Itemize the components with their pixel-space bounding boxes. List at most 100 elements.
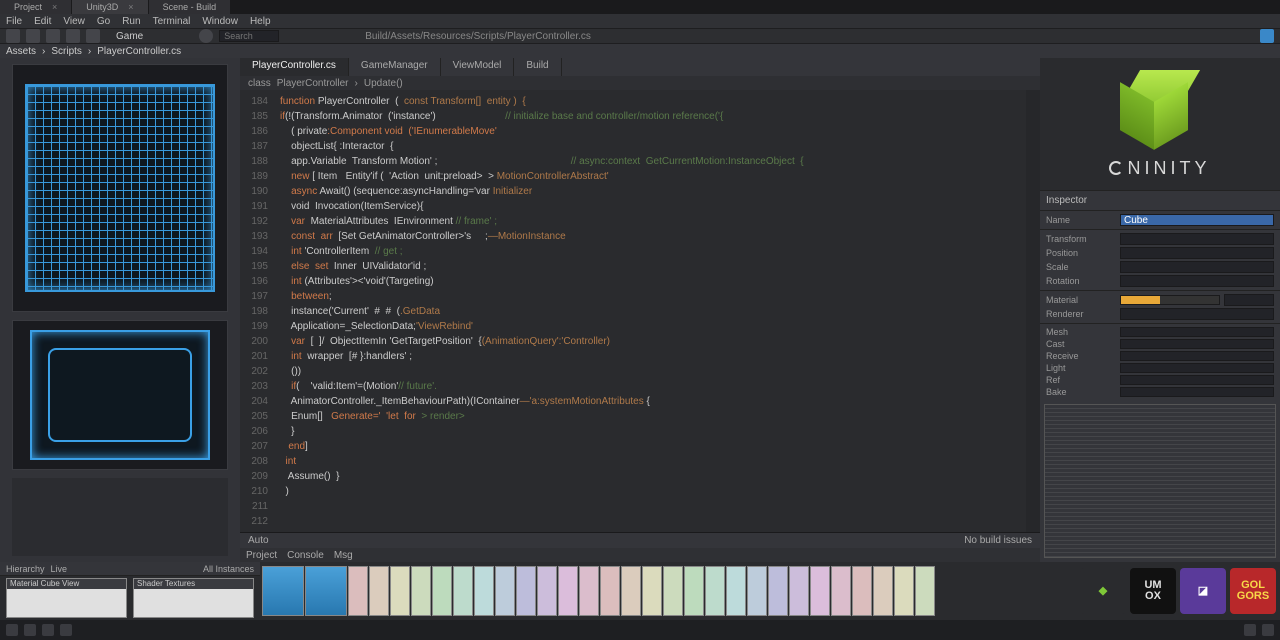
menu-view[interactable]: View <box>63 16 85 27</box>
sync-icon[interactable] <box>1260 29 1274 43</box>
asset-thumb[interactable] <box>369 566 389 616</box>
search-icon[interactable] <box>199 29 213 43</box>
material-slider[interactable] <box>1120 295 1220 305</box>
name-input[interactable]: Cube <box>1120 214 1274 226</box>
asset-thumb[interactable] <box>663 566 683 616</box>
menu-edit[interactable]: Edit <box>34 16 51 27</box>
insp-input[interactable] <box>1120 363 1274 373</box>
crumb-name[interactable]: PlayerController <box>277 78 349 89</box>
status-icon[interactable] <box>42 624 54 636</box>
menu-window[interactable]: Window <box>202 16 238 27</box>
asset-thumb[interactable] <box>453 566 473 616</box>
play-icon[interactable] <box>46 29 60 43</box>
asset-thumb[interactable] <box>789 566 809 616</box>
insp-input[interactable] <box>1120 375 1274 385</box>
hierarchy-live[interactable]: Live <box>51 564 68 574</box>
close-icon[interactable]: × <box>52 2 57 12</box>
insp-input[interactable] <box>1120 339 1274 349</box>
crumb[interactable]: Assets <box>6 46 36 57</box>
asset-thumb[interactable] <box>495 566 515 616</box>
insp-input[interactable] <box>1120 275 1274 287</box>
console-label[interactable]: Auto <box>248 535 269 546</box>
asset-thumb[interactable] <box>432 566 452 616</box>
tray-brand-icon[interactable]: GOL GORS <box>1230 568 1276 614</box>
tray-brand-icon[interactable]: ◆ <box>1080 568 1126 614</box>
crumb[interactable]: Scripts <box>51 46 82 57</box>
asset-thumb[interactable] <box>600 566 620 616</box>
code-editor[interactable]: 1841851861871881891901911921931941951961… <box>240 90 1040 532</box>
material-input[interactable] <box>1224 294 1274 306</box>
asset-thumb[interactable] <box>579 566 599 616</box>
tab-msg[interactable]: Msg <box>334 550 353 561</box>
asset-thumb[interactable] <box>411 566 431 616</box>
editor-tab-3[interactable]: ViewModel <box>441 58 515 76</box>
menu-terminal[interactable]: Terminal <box>153 16 191 27</box>
tab-console[interactable]: Console <box>287 550 324 561</box>
hierarchy-all[interactable]: All Instances <box>203 564 254 574</box>
status-icon[interactable] <box>6 624 18 636</box>
editor-tab-1[interactable]: PlayerController.cs <box>240 58 349 76</box>
window-tab-2[interactable]: Unity3D× <box>72 0 147 14</box>
tray-brand-icon[interactable]: ◪ <box>1180 568 1226 614</box>
asset-thumb[interactable] <box>768 566 788 616</box>
hierarchy-label[interactable]: Hierarchy <box>6 564 45 574</box>
asset-thumb[interactable] <box>831 566 851 616</box>
status-icon[interactable] <box>60 624 72 636</box>
asset-thumb[interactable] <box>474 566 494 616</box>
build-icon[interactable] <box>86 29 100 43</box>
window-tab-3[interactable]: Scene - Build <box>149 0 231 14</box>
asset-thumb[interactable] <box>894 566 914 616</box>
asset-thumb[interactable] <box>537 566 557 616</box>
asset-thumb[interactable] <box>915 566 935 616</box>
tab-project[interactable]: Project <box>246 550 277 561</box>
back-icon[interactable] <box>6 29 20 43</box>
asset-thumb[interactable] <box>852 566 872 616</box>
asset-thumb[interactable] <box>705 566 725 616</box>
crumb[interactable]: PlayerController.cs <box>97 46 181 57</box>
asset-thumb[interactable] <box>810 566 830 616</box>
editor-scrollbar[interactable] <box>1026 90 1040 532</box>
insp-input[interactable] <box>1120 351 1274 361</box>
folder-icon[interactable] <box>262 566 304 616</box>
forward-icon[interactable] <box>26 29 40 43</box>
insp-input[interactable] <box>1120 261 1274 273</box>
status-icon[interactable] <box>1262 624 1274 636</box>
hierarchy-card-1[interactable]: Material Cube View <box>6 578 127 618</box>
asset-thumb[interactable] <box>558 566 578 616</box>
renderer-input[interactable] <box>1120 308 1274 320</box>
asset-thumb[interactable] <box>348 566 368 616</box>
menu-file[interactable]: File <box>6 16 22 27</box>
status-icon[interactable] <box>1244 624 1256 636</box>
inspector-preview[interactable] <box>1044 404 1276 558</box>
asset-thumb[interactable] <box>390 566 410 616</box>
tray-brand-icon[interactable]: UM OX <box>1130 568 1176 614</box>
menu-run[interactable]: Run <box>122 16 140 27</box>
save-icon[interactable] <box>66 29 80 43</box>
wireframe-preview-bottom[interactable] <box>12 320 228 470</box>
asset-thumb[interactable] <box>621 566 641 616</box>
menu-go[interactable]: Go <box>97 16 110 27</box>
editor-tab-2[interactable]: GameManager <box>349 58 441 76</box>
insp-input[interactable] <box>1120 247 1274 259</box>
insp-input[interactable] <box>1120 387 1274 397</box>
editor-tab-4[interactable]: Build <box>514 58 561 76</box>
menu-help[interactable]: Help <box>250 16 271 27</box>
search-input[interactable] <box>219 30 279 42</box>
crumb-class[interactable]: class <box>248 78 271 89</box>
folder-icon[interactable] <box>305 566 347 616</box>
asset-thumb[interactable] <box>873 566 893 616</box>
close-icon[interactable]: × <box>128 2 133 12</box>
asset-thumb[interactable] <box>747 566 767 616</box>
asset-thumbnail-strip[interactable] <box>260 562 1076 620</box>
asset-thumb[interactable] <box>684 566 704 616</box>
crumb-method[interactable]: Update() <box>364 78 403 89</box>
insp-input[interactable] <box>1120 233 1274 245</box>
asset-thumb[interactable] <box>516 566 536 616</box>
status-icon[interactable] <box>24 624 36 636</box>
asset-thumb[interactable] <box>642 566 662 616</box>
code-area[interactable]: function PlayerController ( const Transf… <box>274 90 1026 532</box>
window-tab-1[interactable]: Project× <box>0 0 71 14</box>
asset-thumb[interactable] <box>726 566 746 616</box>
wireframe-preview-top[interactable] <box>12 64 228 312</box>
hierarchy-card-2[interactable]: Shader Textures <box>133 578 254 618</box>
